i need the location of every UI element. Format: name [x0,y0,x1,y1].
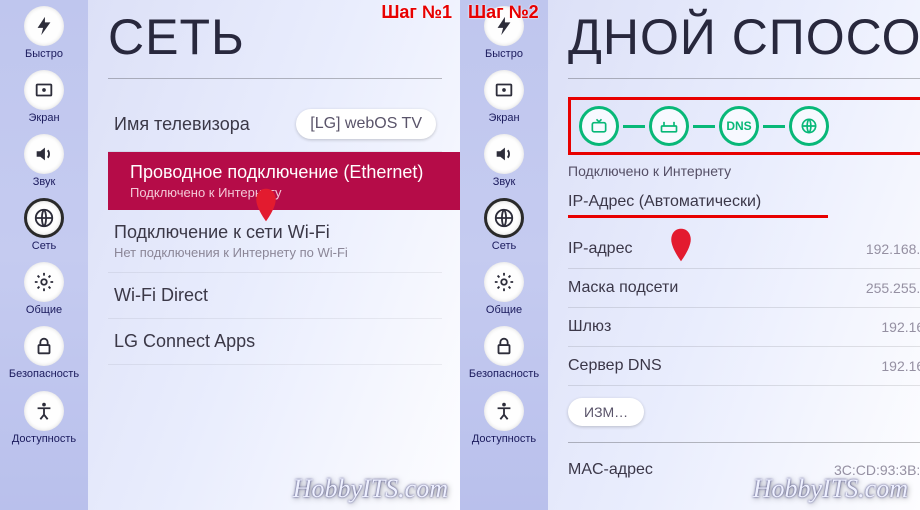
sidebar-item-quick[interactable]: Быстро [24,6,64,60]
mask-label: Маска подсети [568,279,866,297]
sidebar-item-label: Безопасность [9,368,79,380]
bolt-icon [24,6,64,46]
person-icon [24,391,64,431]
divider [568,442,920,443]
row-lg-connect[interactable]: LG Connect Apps [108,319,442,365]
row-wifi[interactable]: Подключение к сети Wi-Fi Нет подключения… [108,210,442,273]
sidebar-item-security[interactable]: Безопасность [9,326,79,380]
sidebar-item-label: Общие [26,304,62,316]
sidebar-item-label: Доступность [12,433,76,445]
gateway-value: 192.168.0.1 [881,319,920,335]
connection-status: Подключено к Интернету [568,163,920,179]
screen-icon [24,70,64,110]
sidebar-item-label: Звук [493,176,516,188]
person-icon [484,391,524,431]
speaker-icon [24,134,64,174]
wifi-direct-label: Wi-Fi Direct [114,285,436,306]
sidebar-item-screen[interactable]: Экран [24,70,64,124]
sidebar-item-label: Быстро [25,48,63,60]
sidebar-item-label: Сеть [492,240,516,252]
row-mask: Маска подсети 255.255.255.0 [568,269,920,308]
mac-label: MAC-адрес [568,461,834,479]
ethernet-sub: Подключено к Интернету [130,185,438,200]
ip-section-head[interactable]: IP-Адрес (Автоматически) [568,193,920,215]
wifi-sub: Нет подключения к Интернету по Wi-Fi [114,245,436,260]
sidebar-item-label: Звук [33,176,56,188]
mask-value: 255.255.255.0 [866,280,920,296]
speaker-icon [484,134,524,174]
panel-step2: Шаг №2 Быстро Экран Звук Сеть [460,0,920,510]
tv-name-label: Имя телевизора [114,114,296,135]
sidebar-item-general[interactable]: Общие [24,262,64,316]
edit-button[interactable]: ИЗМ… [568,398,644,426]
red-underline [568,215,828,218]
dns-label: Сервер DNS [568,357,881,375]
step1-content: СЕТЬ Имя телевизора [LG] webOS TV Провод… [88,0,460,510]
sidebar-item-security[interactable]: Безопасность [469,326,539,380]
chain-dns-icon: DNS [719,106,759,146]
sidebar-item-label: Доступность [472,433,536,445]
row-ip: IP-адрес 192.168.0.102 [568,230,920,269]
divider [568,78,920,79]
sidebar-item-accessibility[interactable]: Доступность [472,391,536,445]
divider [108,78,442,79]
step-badge-2: Шаг №2 [468,2,539,23]
gear-icon [24,262,64,302]
chain-line [693,125,715,128]
ip-value: 192.168.0.102 [866,241,920,257]
sidebar-item-general[interactable]: Общие [484,262,524,316]
settings-sidebar: Быстро Экран Звук Сеть Общие [0,0,88,510]
row-tv-name[interactable]: Имя телевизора [LG] webOS TV [108,97,442,152]
row-mac: MAC-адрес 3C:CD:93:3B:38:35 [568,451,920,489]
sidebar-item-label: Общие [486,304,522,316]
chain-line [763,125,785,128]
wifi-title: Подключение к сети Wi-Fi [114,222,436,243]
sidebar-item-label: Сеть [32,240,56,252]
sidebar-item-screen[interactable]: Экран [484,70,524,124]
sidebar-item-label: Быстро [485,48,523,60]
sidebar-item-network[interactable]: Сеть [24,198,64,252]
gateway-label: Шлюз [568,318,881,336]
row-dns: Сервер DNS 192.168.0.1 [568,347,920,386]
page-title: ДНОЙ СПОСОБ [568,8,920,66]
step-badge-1: Шаг №1 [381,2,452,23]
sidebar-item-sound[interactable]: Звук [484,134,524,188]
mac-value: 3C:CD:93:3B:38:35 [834,462,920,478]
chain-router-icon [649,106,689,146]
tv-name-value[interactable]: [LG] webOS TV [296,109,436,139]
dns-value: 192.168.0.1 [881,358,920,374]
ethernet-title: Проводное подключение (Ethernet) [130,162,438,183]
panel-step1: Шаг №1 Быстро Экран Звук Сеть [0,0,460,510]
connection-chain-highlight: DNS [568,97,920,155]
lock-icon [24,326,64,366]
row-wifi-direct[interactable]: Wi-Fi Direct [108,273,442,319]
globe-icon [484,198,524,238]
row-gateway: Шлюз 192.168.0.1 [568,308,920,347]
gear-icon [484,262,524,302]
sidebar-item-label: Экран [488,112,519,124]
sidebar-item-label: Безопасность [469,368,539,380]
lg-connect-label: LG Connect Apps [114,331,436,352]
chain-tv-icon [579,106,619,146]
sidebar-item-sound[interactable]: Звук [24,134,64,188]
sidebar-item-label: Экран [28,112,59,124]
row-ethernet[interactable]: Проводное подключение (Ethernet) Подключ… [108,152,460,210]
chain-globe-icon [789,106,829,146]
sidebar-item-accessibility[interactable]: Доступность [12,391,76,445]
step2-content: ДНОЙ СПОСОБ DNS Подключено к Интернету I… [548,0,920,510]
settings-sidebar: Быстро Экран Звук Сеть Общие [460,0,548,510]
lock-icon [484,326,524,366]
screen-icon [484,70,524,110]
chain-line [623,125,645,128]
sidebar-item-network[interactable]: Сеть [484,198,524,252]
globe-icon [24,198,64,238]
ip-label: IP-адрес [568,240,866,258]
